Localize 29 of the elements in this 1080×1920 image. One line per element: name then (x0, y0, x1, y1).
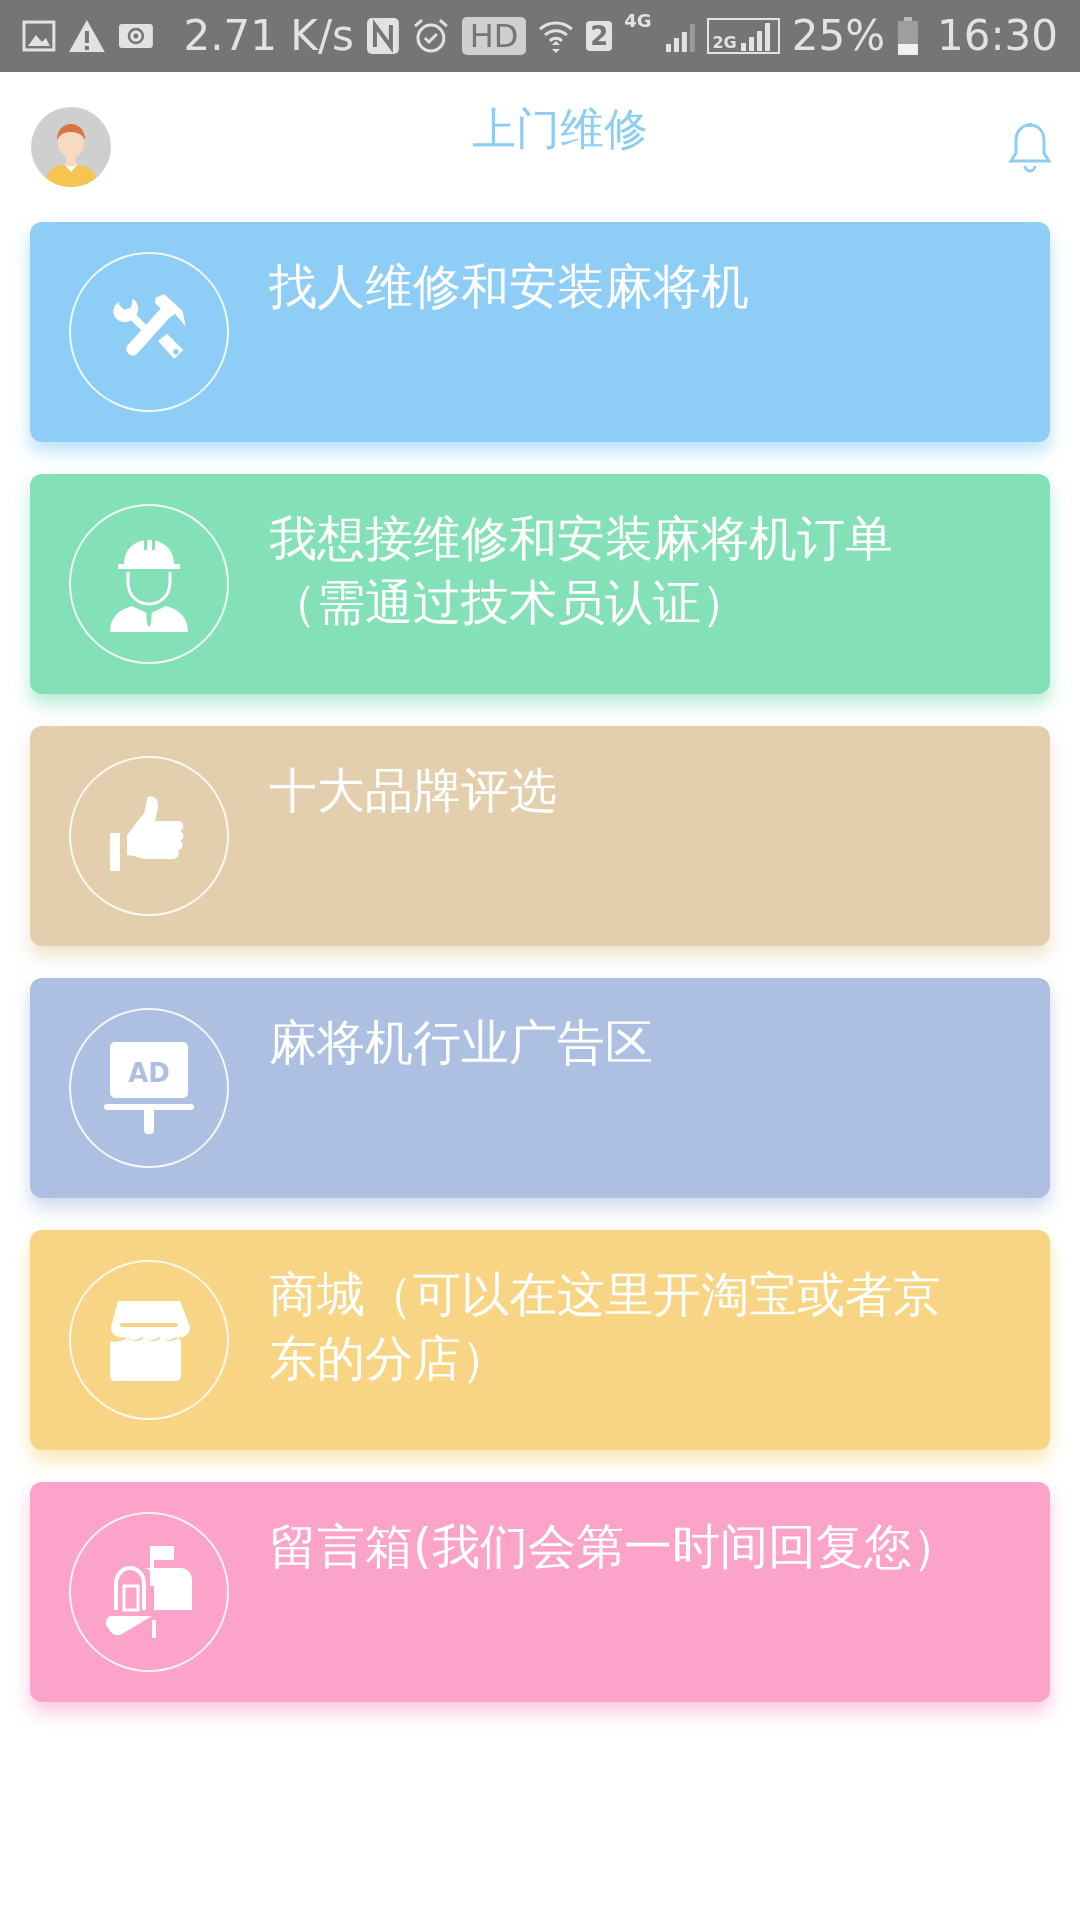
card-label: 麻将机行业广告区 (269, 1013, 654, 1072)
clock: 16:30 (936, 15, 1058, 57)
avatar-icon[interactable] (30, 106, 112, 188)
card-label: 找人维修和安装麻将机 (269, 257, 750, 316)
network-speed: 2.71 K/s (183, 15, 354, 57)
nfc-icon (365, 17, 400, 55)
page-title: 上门维修 (472, 101, 648, 156)
signal-icon: 2G (707, 18, 780, 54)
email-icon (117, 22, 154, 50)
menu-card[interactable]: 我想接维修和安装麻将机订单（需通过技术员认证） (30, 474, 1050, 694)
menu-card[interactable]: 找人维修和安装麻将机 (30, 222, 1050, 442)
mailbox-icon (104, 1546, 194, 1638)
sim-badge: 2 (586, 21, 613, 51)
warning-icon (67, 19, 106, 53)
menu-card[interactable]: 留言箱(我们会第一时间回复您） (30, 1482, 1050, 1702)
card-label: 十大品牌评选 (269, 761, 558, 820)
menu-card[interactable]: 商城（可以在这里开淘宝或者京东的分店） (30, 1230, 1050, 1450)
card-label: 留言箱(我们会第一时间回复您） (269, 1517, 961, 1576)
hd-badge: HD (461, 17, 527, 55)
bell-icon[interactable] (1008, 121, 1052, 173)
image-icon (22, 20, 56, 52)
battery-percent: 25% (791, 15, 886, 57)
card-label: 我想接维修和安装麻将机订单（需通过技术员认证） (269, 509, 894, 632)
alarm-icon (411, 17, 450, 55)
network-type: 4G (624, 12, 652, 30)
menu-card[interactable]: 十大品牌评选 (30, 726, 1050, 946)
card-label: 商城（可以在这里开淘宝或者京东的分店） (269, 1265, 942, 1388)
menu-card[interactable]: AD 麻将机行业广告区 (30, 978, 1050, 1198)
battery-icon (897, 17, 919, 55)
